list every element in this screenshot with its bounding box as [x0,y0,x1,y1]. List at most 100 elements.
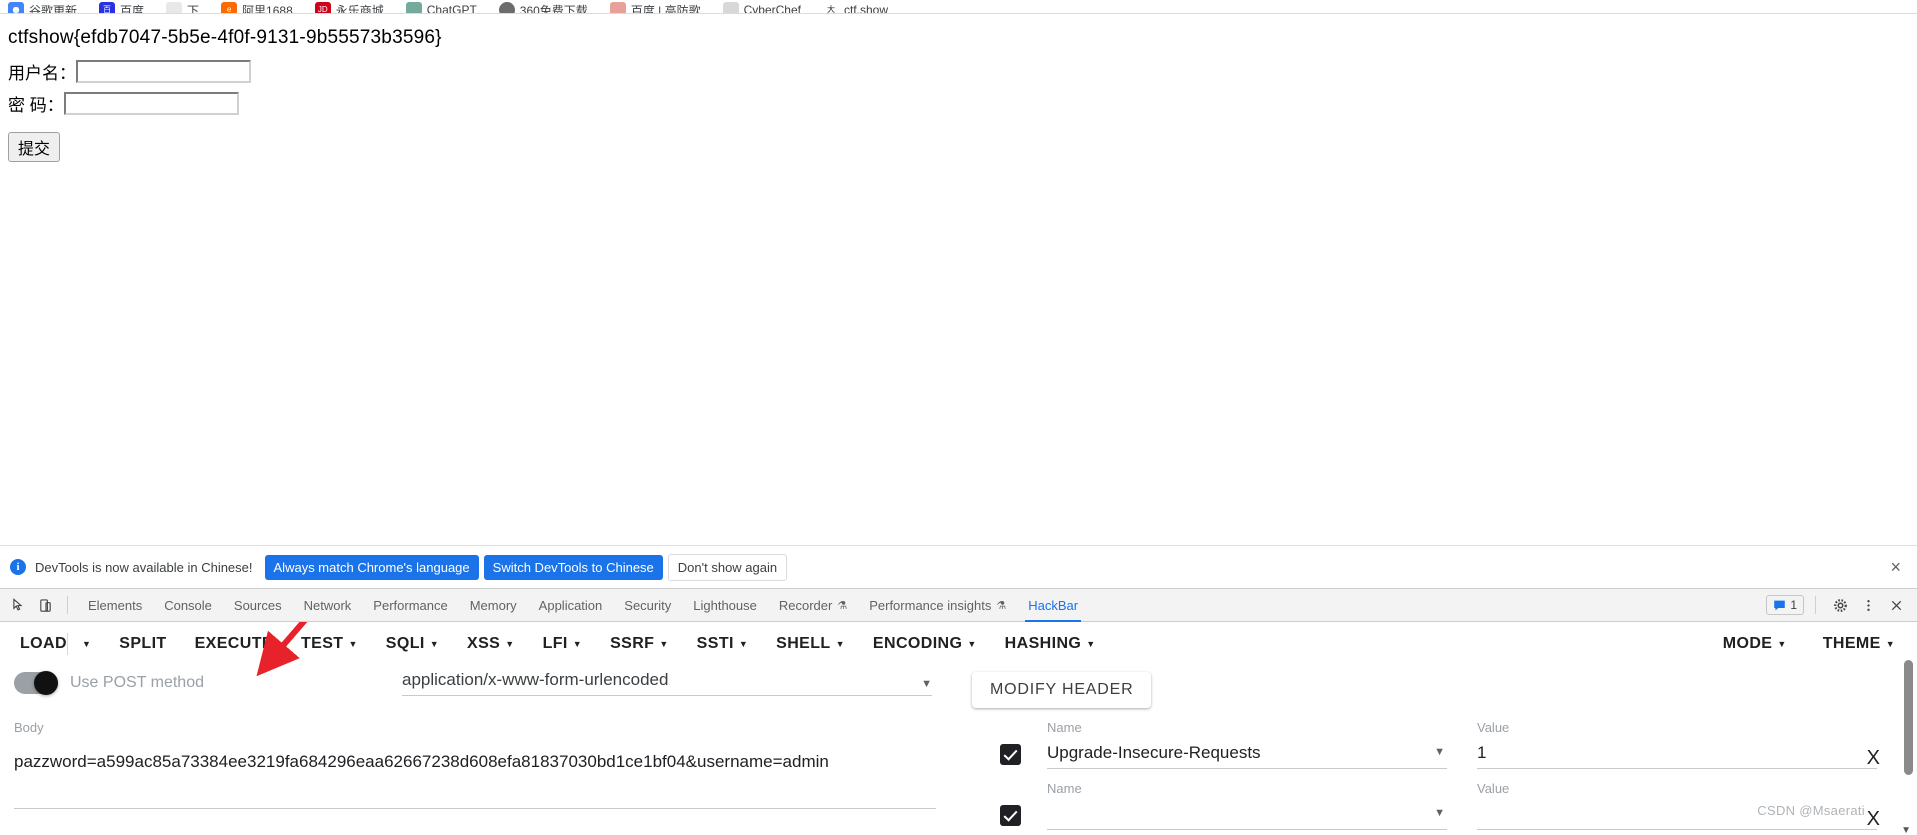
alibaba-icon: e [221,2,238,13]
menu-label: LFI [542,635,568,652]
bookmark-item[interactable]: 百 百度 [99,0,144,13]
generic-icon [166,2,183,13]
bookmark-label: 360免费下载 [519,3,588,14]
modify-header-button[interactable]: MODIFY HEADER [972,672,1152,708]
inspect-element-icon[interactable] [6,592,32,618]
devtools-toolbar-actions: 1 [1766,592,1917,618]
bookmark-item[interactable]: JD 永乐商城 [314,0,384,14]
hackbar-load-button[interactable]: LOAD [20,635,67,653]
bookmark-item[interactable]: 百度 | 高防歌 [609,0,701,13]
tab-lighthouse[interactable]: Lighthouse [682,588,768,622]
message-count-badge[interactable]: 1 [1766,595,1804,615]
hackbar-shell-menu[interactable]: SHELL ▼ [776,635,845,653]
hackbar-lfi-menu[interactable]: LFI ▼ [543,635,583,653]
bookmark-label: CyberChef [743,3,801,14]
scroll-down-icon[interactable]: ▼ [1901,825,1911,835]
tab-memory[interactable]: Memory [459,588,528,622]
menu-label: EXECUTE [194,635,273,652]
header-enabled-checkbox[interactable] [1000,805,1021,826]
switch-devtools-to-chinese-button[interactable]: Switch DevTools to Chinese [483,554,663,580]
more-vertical-icon[interactable] [1855,592,1881,618]
header-value-field[interactable]: Value 1 [1477,720,1877,769]
tab-label: Application [538,597,603,613]
bookmark-item[interactable]: 下 [166,0,200,14]
bookmark-item[interactable]: ChatGPT [405,0,477,13]
chevron-down-icon: ▼ [835,639,845,649]
remove-header-button[interactable]: X [1867,748,1880,768]
tab-performance-insights[interactable]: Performance insights ⚗ [858,588,1017,622]
header-value-caption: Value [1477,720,1510,735]
tab-elements[interactable]: Elements [77,588,153,622]
menu-label: LOAD [20,635,67,652]
hackbar-split-button[interactable]: SPLIT [119,635,166,653]
menu-label: SSTI [696,635,734,652]
submit-button[interactable]: 提交 [8,132,61,162]
remove-header-button[interactable]: X [1867,809,1880,829]
username-input[interactable] [76,60,251,83]
hackbar-encoding-menu[interactable]: ENCODING ▼ [873,635,977,653]
tab-sources[interactable]: Sources [223,588,293,622]
bookmark-item[interactable]: CyberChef [722,0,801,14]
watermark: CSDN @Msaerati [1757,803,1865,818]
password-input[interactable] [63,92,239,115]
bookmark-item[interactable]: 360免费下载 [498,0,588,14]
password-label: 密 码： [8,96,64,115]
username-label: 用户名： [8,64,76,83]
header-name-field[interactable]: Name Upgrade-Insecure-Requests ▼ [1047,720,1447,769]
tab-label: Console [164,597,212,613]
toggle-knob [34,671,58,695]
bookmark-label: 下 [187,3,200,14]
hackbar-test-menu[interactable]: TEST ▼ [301,635,358,653]
request-body-section: Body pazzword=a599ac85a73384ee3219fa6842… [14,720,936,809]
bookmark-item[interactable]: 谷歌更新 [8,0,77,13]
hackbar-theme-menu[interactable]: THEME ▼ [1823,635,1895,653]
bookmark-label: 永乐商城 [335,3,384,14]
header-enabled-checkbox[interactable] [1000,744,1021,765]
header-name-field[interactable]: Name ▼ [1047,781,1447,830]
experimental-beaker-icon: ⚗ [996,599,1007,612]
always-match-chrome-language-button[interactable]: Always match Chrome's language [264,554,479,580]
close-icon[interactable] [1883,592,1909,618]
hackbar-ssti-menu[interactable]: SSTI ▼ [697,635,748,653]
tab-console[interactable]: Console [153,588,223,622]
chevron-down-icon[interactable]: ▼ [1434,746,1445,758]
toolbar-divider [66,633,68,655]
password-row: 密 码： [8,91,239,116]
tab-network[interactable]: Network [293,588,363,622]
chevron-down-icon[interactable]: ▼ [1434,807,1445,819]
ctfshow-icon: 大 [822,2,839,13]
bookmark-item[interactable]: 大 ctf.show [822,0,888,13]
hackbar-load-dropdown[interactable]: ▼ [82,639,91,649]
hackbar-ssrf-menu[interactable]: SSRF ▼ [610,635,669,653]
close-icon[interactable]: × [1884,558,1907,576]
gear-icon[interactable] [1827,592,1853,618]
tab-label: Elements [88,597,143,613]
tab-application[interactable]: Application [528,588,614,622]
hackbar-execute-button[interactable]: EXECUTE [195,635,273,653]
chevron-down-icon: ▼ [659,639,669,649]
tab-security[interactable]: Security [613,588,682,622]
baidu-icon: 百 [99,2,116,13]
chevron-down-icon: ▼ [738,639,749,649]
chrome-icon [8,2,24,13]
bookmark-label: 阿里1688 [242,3,293,14]
hackbar-sqli-menu[interactable]: SQLI ▼ [386,635,439,653]
content-type-select[interactable]: application/x-www-form-urlencoded ▼ [402,670,932,696]
use-post-method-toggle[interactable] [14,671,58,695]
device-toolbar-icon[interactable] [32,592,58,618]
tab-label: Performance [373,597,448,613]
body-textarea[interactable]: pazzword=a599ac85a73384ee3219fa684296eaa… [14,749,936,809]
chevron-down-icon: ▼ [1885,639,1895,649]
cup-icon [609,2,626,13]
tab-hackbar[interactable]: HackBar [1017,588,1089,622]
hackbar-scrollbar[interactable] [1904,660,1913,775]
hackbar-hashing-menu[interactable]: HASHING ▼ [1005,635,1096,653]
menu-label: SPLIT [119,635,167,652]
hackbar-mode-menu[interactable]: MODE ▼ [1723,635,1787,653]
devtools-language-notification: i DevTools is now available in Chinese! … [0,545,1917,588]
bookmark-item[interactable]: e 阿里1688 [221,0,293,14]
tab-recorder[interactable]: Recorder ⚗ [768,588,858,622]
dont-show-again-button[interactable]: Don't show again [667,553,788,581]
hackbar-xss-menu[interactable]: XSS ▼ [467,635,515,653]
tab-performance[interactable]: Performance [362,588,458,622]
